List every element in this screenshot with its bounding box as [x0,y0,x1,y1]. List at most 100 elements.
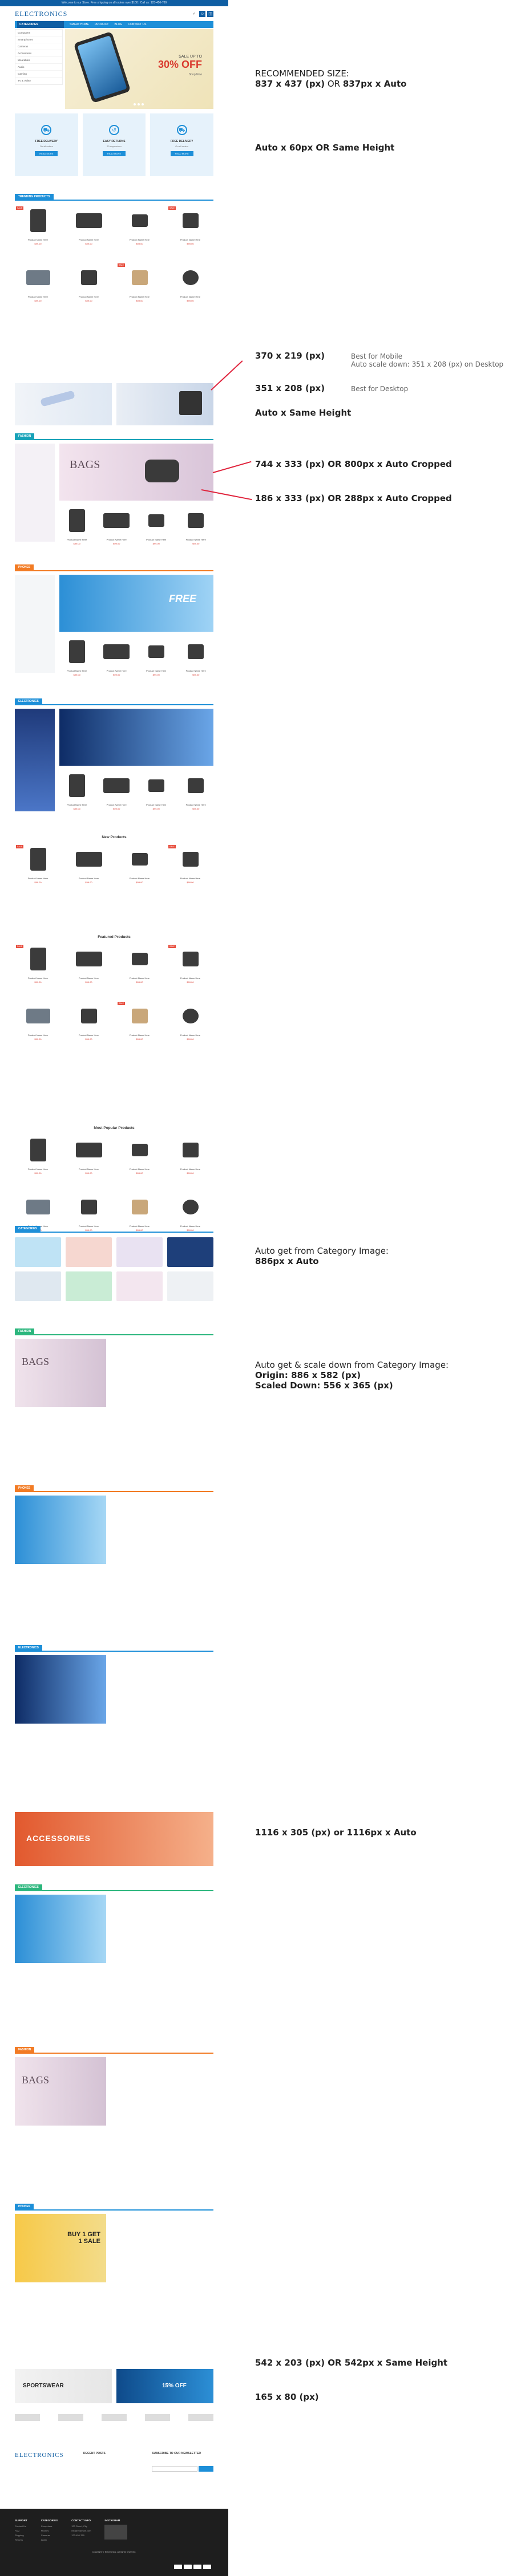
tab-banner[interactable]: BAGS [15,2057,106,2126]
feature-button[interactable]: READ MORE [170,151,193,156]
product-image[interactable] [66,844,112,875]
product-image[interactable] [59,770,95,801]
brand-logo[interactable] [15,2414,40,2421]
product-image[interactable] [99,636,135,667]
sidebar-category-item[interactable]: Computers [15,30,62,36]
brand-logo[interactable] [145,2414,170,2421]
footer-link[interactable]: Returns [15,2538,27,2541]
sidebar-category-item[interactable]: Wearables [15,57,62,64]
product-name[interactable]: Product Name Here [59,803,95,806]
product-card[interactable]: Product Name Here$99.00 [99,770,135,823]
product-image[interactable] [179,636,214,667]
product-card[interactable]: Product Name Here$99.00 [99,505,135,558]
product-image[interactable] [167,944,213,974]
nav-item-smart-home[interactable]: SMART HOME [70,23,89,26]
brand-logo[interactable] [58,2414,83,2421]
electronics-banner[interactable] [59,709,213,766]
product-image[interactable] [66,1192,112,1222]
product-card[interactable]: Product Name Here$99.00 [66,205,112,258]
product-card[interactable]: Product Name Here$99.00 [167,262,213,315]
categories-menu-button[interactable]: CATEGORIES [17,21,64,28]
sidebar-category-item[interactable]: Accessories [15,50,62,57]
product-name[interactable]: Product Name Here [167,295,213,298]
category-tile[interactable] [116,1237,163,1267]
product-image[interactable] [15,844,61,875]
product-image[interactable] [167,1135,213,1165]
product-image[interactable] [66,944,112,974]
sportswear-banner[interactable]: SPORTSWEAR [15,2369,112,2403]
product-name[interactable]: Product Name Here [139,538,174,541]
product-name[interactable]: Product Name Here [99,538,135,541]
electronics-sidebar-banner[interactable] [15,709,55,811]
tab-banner[interactable] [15,1895,106,1963]
phones-banner[interactable]: FREE [59,575,213,632]
newsletter-submit-button[interactable] [199,2466,213,2472]
footer-link[interactable]: Phones [41,2529,58,2532]
footer-link[interactable]: Contact Us [15,2525,27,2528]
footer-link[interactable]: Shipping [15,2534,27,2537]
product-name[interactable]: Product Name Here [15,295,61,298]
tab-banner[interactable] [15,1496,106,1564]
product-card[interactable]: Product Name Here$99.00 [66,1001,112,1053]
product-card[interactable]: Product Name Here$99.00 [59,505,95,558]
product-image[interactable] [167,844,213,875]
product-image[interactable] [167,205,213,236]
product-card[interactable]: Product Name Here$99.00 [66,262,112,315]
product-name[interactable]: Product Name Here [15,977,61,980]
product-card[interactable]: SALE Product Name Here $99.00 [15,205,61,258]
product-image[interactable] [99,770,135,801]
product-image[interactable] [116,205,163,236]
product-image[interactable] [139,770,174,801]
product-image[interactable] [139,636,174,667]
site-logo[interactable]: ELECTRONICS [15,10,67,18]
product-image[interactable] [99,505,135,536]
product-card[interactable]: Product Name Here$99.00 [15,1001,61,1053]
product-card[interactable]: Product Name Here$99.00 [179,770,214,823]
product-card[interactable]: Product Name Here$99.00 [139,770,174,823]
category-tile[interactable] [116,1271,163,1301]
slider-cta-link[interactable]: Shop Now [158,73,202,76]
product-image[interactable] [66,205,112,236]
product-name[interactable]: Product Name Here [15,1168,61,1171]
product-image[interactable] [59,505,95,536]
nav-item-product[interactable]: PRODUCT [95,23,109,26]
product-name[interactable]: Product Name Here [167,1034,213,1037]
nav-item-blog[interactable]: BLOG [114,23,122,26]
sidebar-category-item[interactable]: Smartphones [15,36,62,43]
product-card[interactable]: Product Name Here$99.00 [139,505,174,558]
product-name[interactable]: Product Name Here [66,295,112,298]
product-name[interactable]: Product Name Here [139,803,174,806]
category-tile[interactable] [66,1237,112,1267]
product-name[interactable]: Product Name Here [59,669,95,672]
product-card[interactable]: Product Name Here$99.00 [59,770,95,823]
product-image[interactable] [15,1192,61,1222]
category-tile[interactable] [167,1237,213,1267]
product-name[interactable]: Product Name Here [15,877,61,880]
nav-item-contact[interactable]: CONTACT US [128,23,146,26]
product-image[interactable] [116,844,163,875]
product-image[interactable] [15,944,61,974]
product-name[interactable]: Product Name Here [66,1034,112,1037]
instagram-grid[interactable] [104,2525,128,2540]
product-image[interactable] [15,1001,61,1031]
product-card[interactable]: Product Name Here$99.00 [116,1135,163,1187]
accessories-banner[interactable]: ACCESSORIES [15,1812,213,1866]
offer-banner[interactable]: 15% OFF [116,2369,213,2403]
slider-dots[interactable] [134,103,144,105]
product-name[interactable]: Product Name Here [179,538,214,541]
product-name[interactable]: Product Name Here [167,977,213,980]
product-name[interactable]: Product Name Here [116,977,163,980]
product-card[interactable]: Product Name Here$99.00 [167,1001,213,1053]
product-card[interactable]: Product Name Here$99.00 [179,505,214,558]
product-name[interactable]: Product Name Here [116,295,163,298]
product-name[interactable]: Product Name Here [179,669,214,672]
brand-logo[interactable] [188,2414,213,2421]
product-image[interactable] [116,1192,163,1222]
product-card[interactable]: SALE Product Name Here $99.00 [15,944,61,996]
product-image[interactable] [15,1135,61,1165]
small-banner-left[interactable] [15,383,112,425]
product-image[interactable] [116,1001,163,1031]
product-name[interactable]: Product Name Here [66,977,112,980]
footer-link[interactable]: Computers [41,2525,58,2528]
tab-banner[interactable]: BAGS [15,1339,106,1407]
